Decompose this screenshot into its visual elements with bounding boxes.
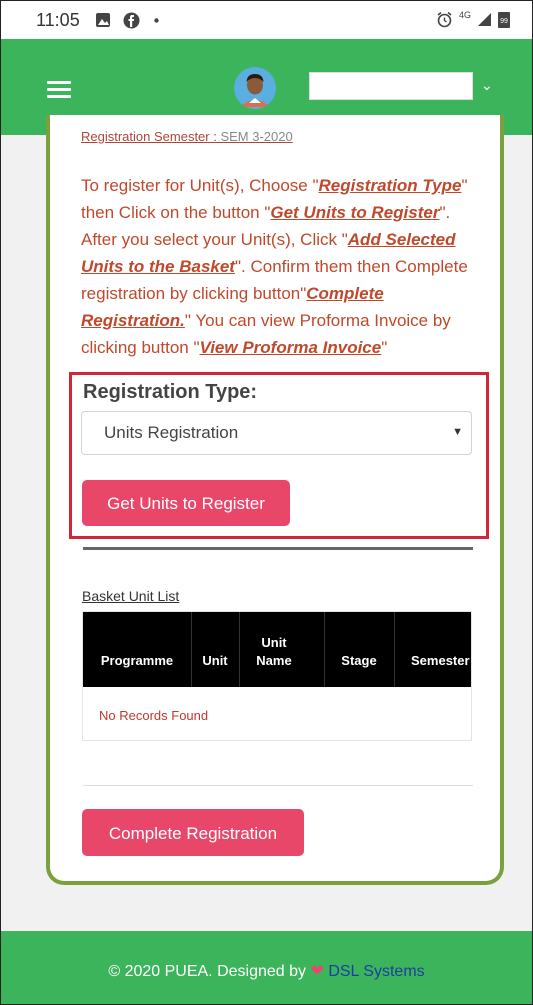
table-header: Programme Unit Unit Name Stage Semester <box>83 612 471 687</box>
link-registration-type[interactable]: Registration Type <box>319 176 462 195</box>
registration-type-value: Units Registration <box>104 423 239 442</box>
dot-icon <box>154 18 159 23</box>
complete-registration-button[interactable]: Complete Registration <box>82 809 304 856</box>
semester-value: SEM 3-2020 <box>220 129 293 144</box>
column-separator <box>394 612 395 687</box>
status-right: 4G 99 <box>436 9 510 28</box>
instructions-text: To register for Unit(s), Choose "Registr… <box>81 172 476 361</box>
basket-table[interactable]: Programme Unit Unit Name Stage Semester … <box>82 611 472 741</box>
footer-brand-link[interactable]: DSL Systems <box>328 963 424 980</box>
instructions-part: " <box>381 338 388 357</box>
network-label: 4G <box>458 9 471 20</box>
get-units-button[interactable]: Get Units to Register <box>82 480 290 526</box>
alarm-icon <box>437 11 452 28</box>
instructions-part: To register for Unit(s), Choose " <box>81 176 319 195</box>
link-get-units[interactable]: Get Units to Register <box>270 203 439 222</box>
footer-text: © 2020 PUEA. Designed by ❤ DSL Systems <box>1 961 532 981</box>
column-separator <box>324 612 325 687</box>
column-separator <box>239 612 240 687</box>
main-content: Registration Semester : SEM 3-2020 To re… <box>1 115 532 931</box>
divider <box>83 785 473 786</box>
caret-down-icon: ▼ <box>452 426 463 438</box>
status-time: 11:05 <box>36 10 80 30</box>
column-header: Stage <box>341 653 377 668</box>
semester-line: Registration Semester : SEM 3-2020 <box>81 129 293 144</box>
phone-screen: 11:05 4G 99 ⌄ Registration Semester: SE… <box>0 0 533 1005</box>
facebook-icon <box>123 12 140 29</box>
user-select[interactable] <box>309 72 473 100</box>
semester-label: Registration Semester : <box>81 129 217 144</box>
status-bar: 11:05 4G 99 <box>1 1 532 39</box>
signal-icon <box>478 13 491 26</box>
link-view-proforma-invoice[interactable]: View Proforma Invoice <box>200 338 382 357</box>
hamburger-icon[interactable] <box>47 81 71 98</box>
footer: © 2020 PUEA. Designed by ❤ DSL Systems <box>1 931 532 1004</box>
column-header: Semester <box>411 653 470 668</box>
registration-type-label: Registration Type: <box>83 381 258 403</box>
image-icon <box>96 13 110 27</box>
avatar-icon[interactable] <box>234 67 276 109</box>
divider <box>83 547 473 550</box>
column-header: Programme <box>100 653 174 668</box>
column-header: Unit <box>202 653 228 668</box>
chevron-down-icon[interactable]: ⌄ <box>481 77 493 94</box>
battery-icon: 99 <box>498 11 510 28</box>
heart-icon: ❤ <box>310 963 324 980</box>
column-header: Unit Name <box>256 635 292 668</box>
basket-title[interactable]: Basket Unit List <box>82 588 179 604</box>
column-separator <box>191 612 192 687</box>
battery-level: 99 <box>500 17 508 25</box>
footer-copyright: © 2020 PUEA. Designed by <box>108 963 307 980</box>
registration-type-select[interactable]: Units Registration ▼ <box>81 411 472 455</box>
empty-message: No Records Found <box>99 708 209 723</box>
